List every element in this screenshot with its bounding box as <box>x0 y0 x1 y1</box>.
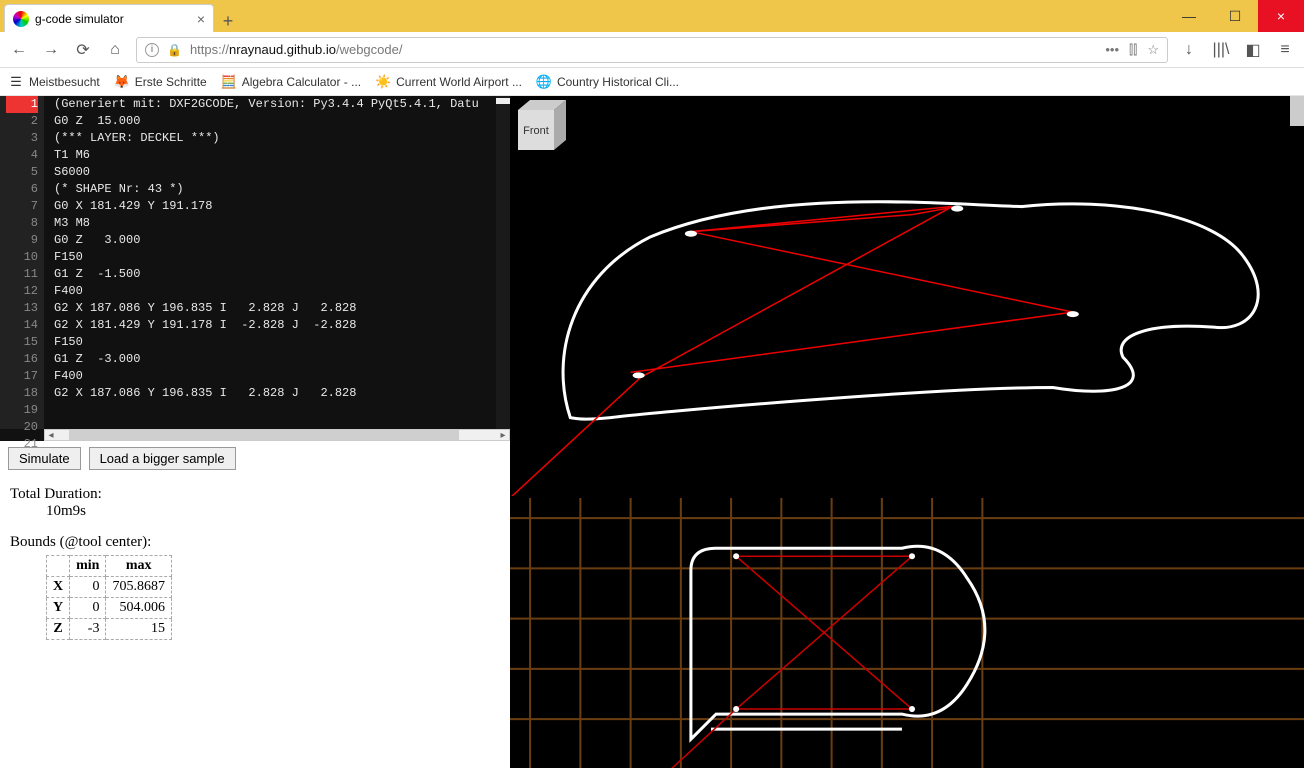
bookmark-label: Meistbesucht <box>29 75 100 89</box>
total-duration-value: 10m9s <box>46 503 500 520</box>
bookmark-icon: 🦊 <box>114 74 130 90</box>
right-panel: Front <box>510 96 1304 768</box>
scrollbar-thumb[interactable] <box>69 430 459 440</box>
total-duration-label: Total Duration: <box>10 486 500 503</box>
url-text: https://nraynaud.github.io/webgcode/ <box>190 42 403 57</box>
bookmark-label: Algebra Calculator - ... <box>242 75 361 89</box>
downloads-icon[interactable]: ↓ <box>1178 39 1200 61</box>
bookmark-icon: ☀️ <box>375 74 391 90</box>
bounds-y-min: 0 <box>70 598 106 619</box>
bounds-header-max: max <box>106 556 172 577</box>
bookmark-star-icon[interactable]: ☆ <box>1147 42 1159 58</box>
bookmark-algebra-calculator[interactable]: 🧮 Algebra Calculator - ... <box>221 74 361 90</box>
window-maximize-button[interactable]: ☐ <box>1212 0 1258 32</box>
sidebar-toggle-icon[interactable]: ◧ <box>1242 39 1264 61</box>
bookmark-label: Current World Airport ... <box>396 75 522 89</box>
url-scheme: https:// <box>190 42 229 57</box>
gcode-editor[interactable]: 123456789101112131415161718192021 (Gener… <box>0 96 510 441</box>
bookmark-meistbesucht[interactable]: ☰ Meistbesucht <box>8 74 100 90</box>
toolpath-2d-svg <box>510 498 1304 768</box>
toolpath-3d-svg <box>510 96 1304 496</box>
tab-close-icon[interactable]: × <box>197 11 205 27</box>
editor-code-area[interactable]: (Generiert mit: DXF2GCODE, Version: Py3.… <box>44 96 496 429</box>
bookmark-icon: 🧮 <box>221 74 237 90</box>
new-tab-button[interactable]: + <box>214 11 242 32</box>
viewport-2d[interactable] <box>510 498 1304 768</box>
scroll-right-icon[interactable]: ▸ <box>497 430 509 441</box>
bookmark-icon: ☰ <box>8 74 24 90</box>
reader-mode-icon[interactable]: ⫿⫿ <box>1129 42 1137 58</box>
forward-button[interactable]: → <box>40 39 62 61</box>
window-minimize-button[interactable]: — <box>1166 0 1212 32</box>
bookmark-historical-climate[interactable]: 🌐 Country Historical Cli... <box>536 74 679 90</box>
url-bar[interactable]: i 🔒 https://nraynaud.github.io/webgcode/… <box>136 37 1168 63</box>
bounds-row-x: X <box>47 577 70 598</box>
url-actions: ••• ⫿⫿ ☆ <box>1105 42 1159 58</box>
action-buttons: Simulate Load a bigger sample <box>0 441 510 476</box>
window-controls: — ☐ × <box>1166 0 1304 32</box>
stats-panel: Total Duration: 10m9s Bounds (@tool cent… <box>0 476 510 650</box>
bounds-y-max: 504.006 <box>106 598 172 619</box>
bounds-table: minmax X0705.8687 Y0504.006 Z-315 <box>46 555 172 640</box>
editor-gutter: 123456789101112131415161718192021 <box>0 96 44 429</box>
browser-toolbar: ← → ⟳ ⌂ i 🔒 https://nraynaud.github.io/w… <box>0 32 1304 68</box>
bookmark-icon: 🌐 <box>536 74 552 90</box>
load-bigger-sample-button[interactable]: Load a bigger sample <box>89 447 236 470</box>
bookmark-label: Country Historical Cli... <box>557 75 679 89</box>
window-close-button[interactable]: × <box>1258 0 1304 32</box>
page-content: 123456789101112131415161718192021 (Gener… <box>0 96 1304 768</box>
library-icon[interactable]: |||\ <box>1210 39 1232 61</box>
editor-horizontal-scrollbar[interactable]: ◂ ▸ <box>44 429 510 441</box>
bounds-header-min: min <box>70 556 106 577</box>
viewport-3d[interactable]: Front <box>510 96 1304 496</box>
page-actions-icon[interactable]: ••• <box>1105 42 1119 58</box>
back-button[interactable]: ← <box>8 39 30 61</box>
window-titlebar: g-code simulator × + — ☐ × <box>0 0 1304 32</box>
browser-tab[interactable]: g-code simulator × <box>4 4 214 32</box>
site-info-icon[interactable]: i <box>145 43 159 57</box>
bounds-row-z: Z <box>47 619 70 640</box>
bounds-z-min: -3 <box>70 619 106 640</box>
orientation-cube[interactable]: Front <box>510 96 574 160</box>
url-host: nraynaud.github.io <box>229 42 336 57</box>
bookmark-label: Erste Schritte <box>135 75 207 89</box>
bounds-row-y: Y <box>47 598 70 619</box>
left-panel: 123456789101112131415161718192021 (Gener… <box>0 96 510 768</box>
home-button[interactable]: ⌂ <box>104 39 126 61</box>
tab-title: g-code simulator <box>35 12 191 26</box>
bounds-x-min: 0 <box>70 577 106 598</box>
url-path: /webgcode/ <box>336 42 403 57</box>
editor-minimap[interactable] <box>496 96 510 429</box>
tab-favicon-icon <box>13 11 29 27</box>
bounds-z-max: 15 <box>106 619 172 640</box>
tab-strip: g-code simulator × + <box>0 0 1166 32</box>
lock-icon: 🔒 <box>167 43 182 57</box>
reload-button[interactable]: ⟳ <box>72 39 94 61</box>
bounds-x-max: 705.8687 <box>106 577 172 598</box>
bounds-label: Bounds (@tool center): <box>10 534 500 551</box>
bookmark-erste-schritte[interactable]: 🦊 Erste Schritte <box>114 74 207 90</box>
bookmarks-bar: ☰ Meistbesucht 🦊 Erste Schritte 🧮 Algebra C… <box>0 68 1304 96</box>
cube-face-label: Front <box>523 125 549 137</box>
scroll-left-icon[interactable]: ◂ <box>45 430 57 441</box>
app-menu-icon[interactable]: ≡ <box>1274 39 1296 61</box>
bookmark-world-airport[interactable]: ☀️ Current World Airport ... <box>375 74 522 90</box>
